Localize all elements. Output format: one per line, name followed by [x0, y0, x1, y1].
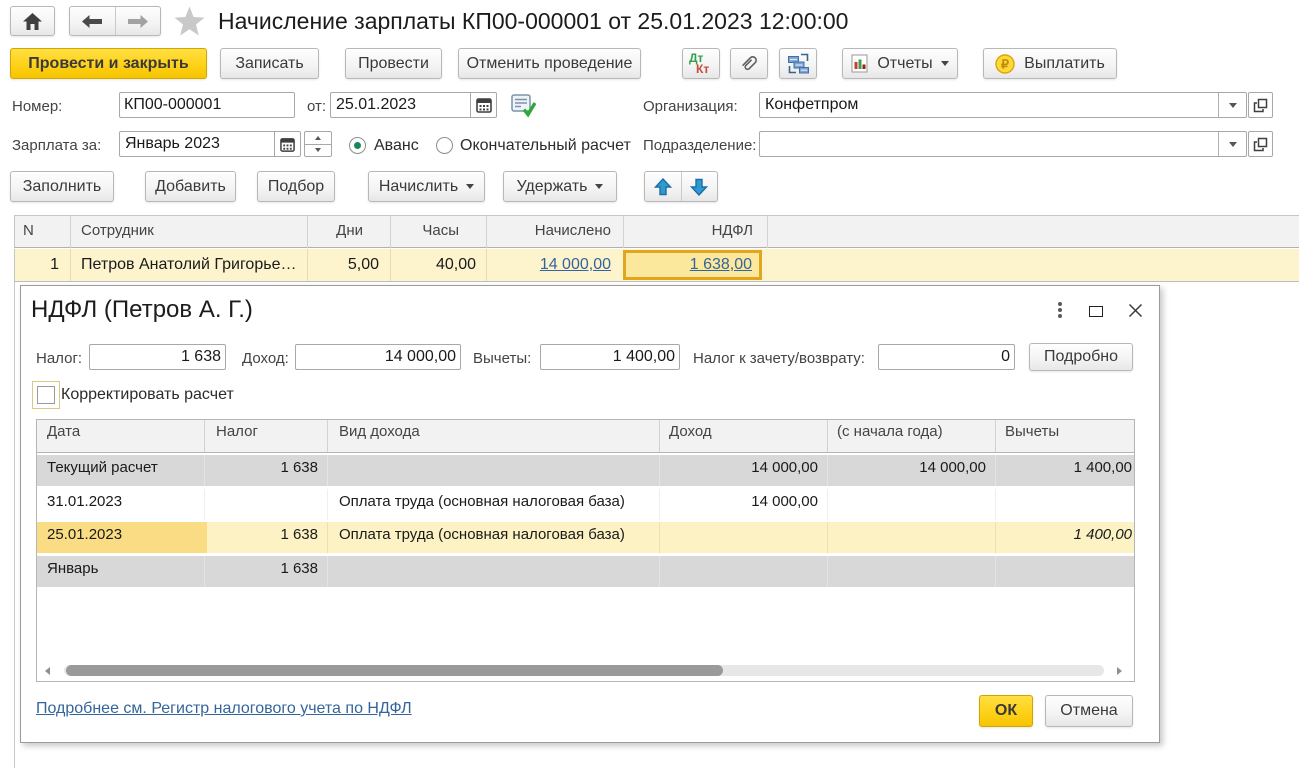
svg-text:₽: ₽ [1001, 57, 1010, 71]
